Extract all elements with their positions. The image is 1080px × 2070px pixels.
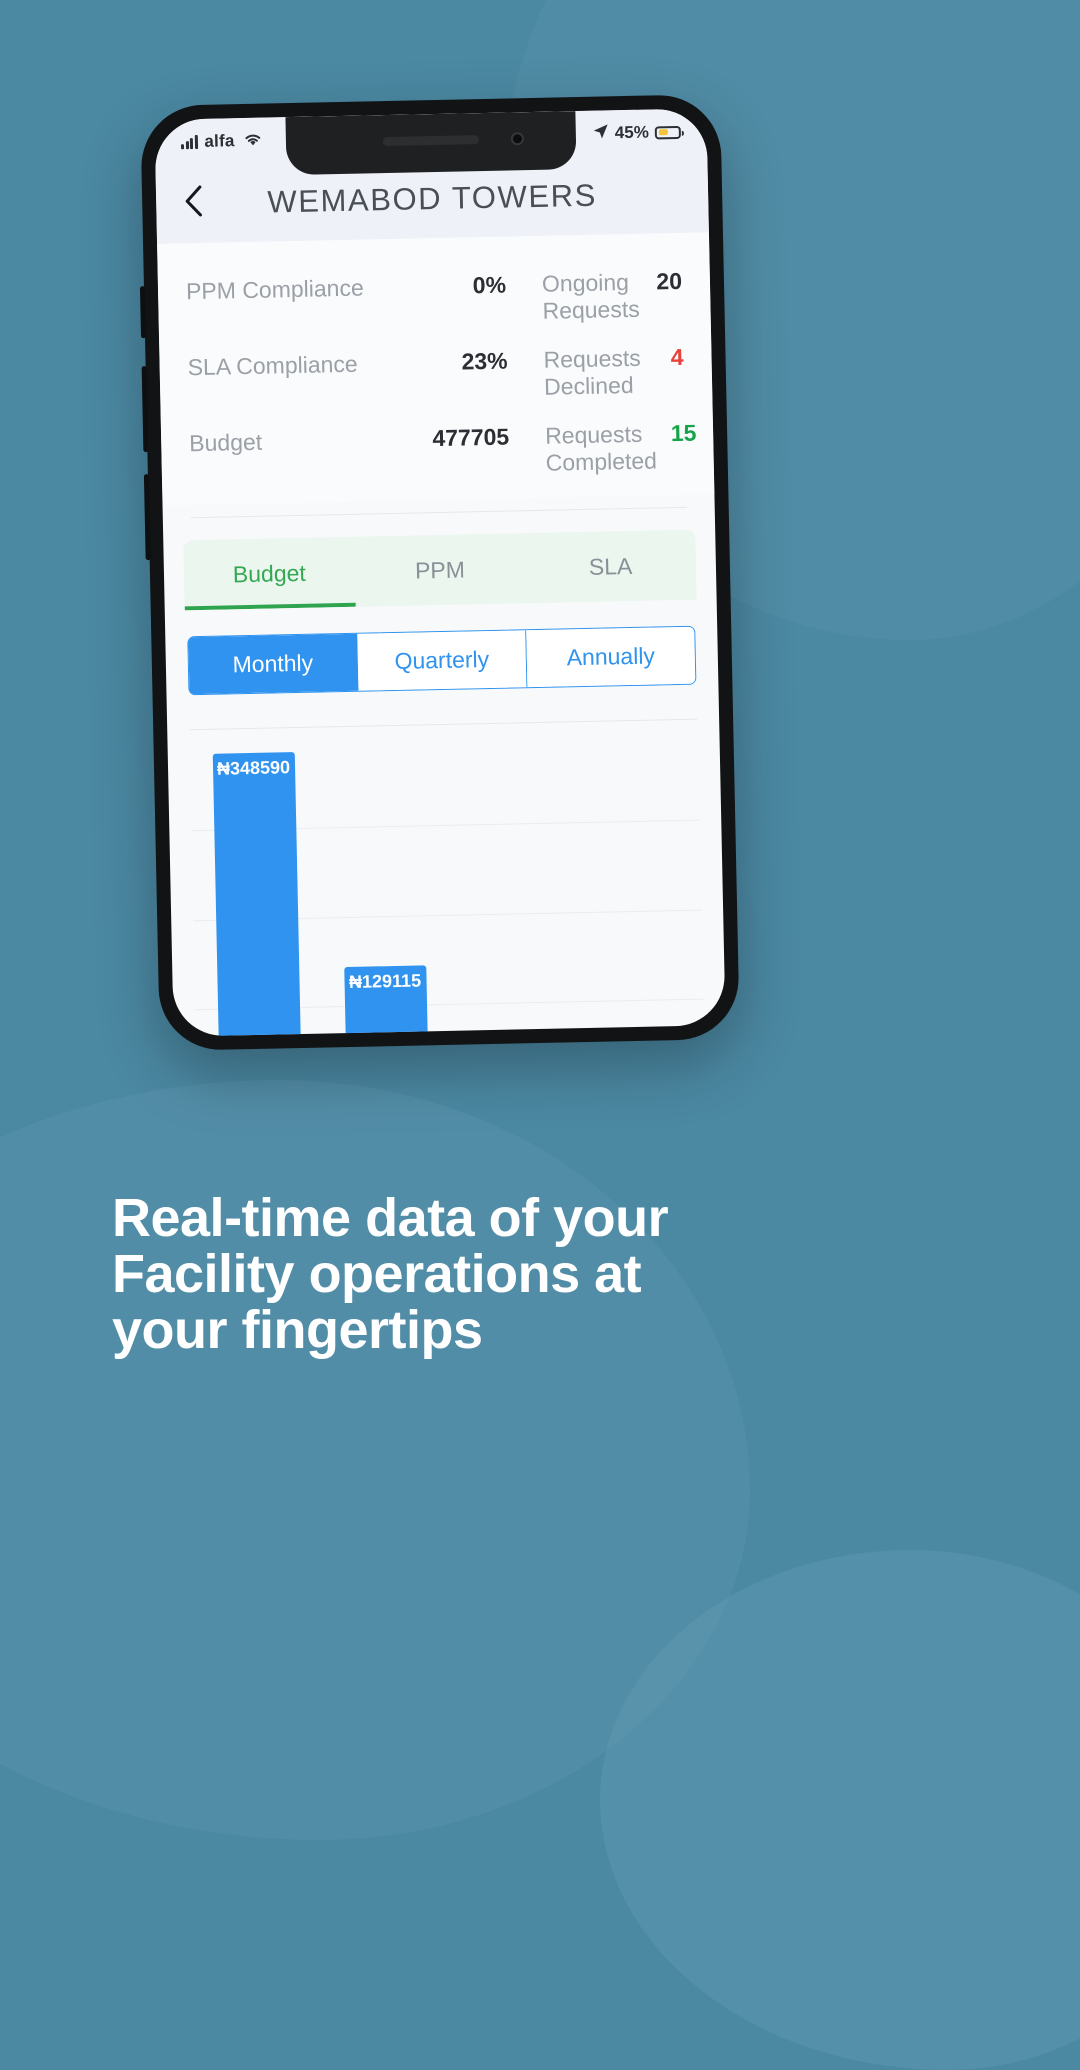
stat-value-sla-compliance: 23% xyxy=(461,347,508,375)
stat-value-ongoing-requests: 20 xyxy=(656,267,683,295)
chart-plot-area: ₦348590 ₦129115 ₦0 ₦0 xyxy=(189,729,705,1037)
battery-percent-label: 45% xyxy=(614,122,650,143)
tagline-line-2: Facility operations at xyxy=(112,1244,642,1305)
battery-icon xyxy=(654,125,681,139)
phone-volume-up-button xyxy=(141,366,149,453)
bar-value-label-june: ₦129115 xyxy=(348,970,422,992)
stat-label-ongoing-requests: Ongoing Requests xyxy=(541,268,640,324)
status-bar-left: alfa xyxy=(180,130,264,153)
period-selector-wrap: Monthly Quarterly Annually xyxy=(165,599,719,696)
stat-value-requests-completed: 15 xyxy=(670,419,697,447)
earpiece-speaker xyxy=(382,135,480,147)
chart-bars: ₦348590 ₦129115 ₦0 ₦0 xyxy=(189,730,704,1037)
phone-screen: alfa 45% WEMABOD TOWERS PPM Compliance 0… xyxy=(154,108,726,1037)
phone-volume-down-button xyxy=(143,474,151,561)
stat-label-budget: Budget xyxy=(188,428,263,457)
segment-annually[interactable]: Annually xyxy=(526,626,696,688)
stat-row: Budget 477705 Requests Completed 15 xyxy=(188,409,697,495)
wifi-icon xyxy=(241,130,263,151)
period-segmented-control: Monthly Quarterly Annually xyxy=(187,625,697,696)
carrier-label: alfa xyxy=(204,131,235,151)
stat-label-requests-completed: Requests Completed xyxy=(544,420,658,476)
tab-sla-label: SLA xyxy=(588,552,633,580)
bar-value-label-may: ₦348590 xyxy=(216,757,291,780)
stat-label-requests-declined: Requests Declined xyxy=(543,344,641,400)
tab-ppm[interactable]: PPM xyxy=(354,533,526,607)
location-arrow-icon xyxy=(593,123,609,143)
stat-value-budget: 477705 xyxy=(432,423,510,452)
tab-ppm-label: PPM xyxy=(414,555,466,584)
marketing-tagline: Real-time data of your Facility operatio… xyxy=(112,1188,792,1361)
bar-slot-may: ₦348590 xyxy=(189,738,323,1037)
stat-value-ppm-compliance: 0% xyxy=(472,271,507,299)
stats-summary: PPM Compliance 0% Ongoing Requests 20 SL… xyxy=(157,232,715,506)
bar-slot-august: ₦0 xyxy=(570,730,704,1037)
bar-june[interactable]: ₦129115 xyxy=(343,965,429,1037)
stats-divider xyxy=(190,506,687,519)
phone-notch xyxy=(285,111,577,176)
back-button[interactable] xyxy=(182,183,223,224)
tagline-line-1: Real-time data of your xyxy=(112,1188,669,1248)
tab-sla[interactable]: SLA xyxy=(525,530,697,604)
page-title: WEMABOD TOWERS xyxy=(267,177,598,220)
segment-monthly[interactable]: Monthly xyxy=(188,633,359,695)
stat-label-ppm-compliance: PPM Compliance xyxy=(185,274,364,305)
stat-label-sla-compliance: SLA Compliance xyxy=(187,350,358,381)
metric-tabs: Budget PPM SLA xyxy=(183,529,697,611)
tab-budget[interactable]: Budget xyxy=(183,537,355,611)
phone-mockup: alfa 45% WEMABOD TOWERS PPM Compliance 0… xyxy=(139,94,740,1051)
stat-row: SLA Compliance 23% Requests Declined 4 xyxy=(187,333,684,419)
budget-bar-chart: ₦348590 ₦129115 ₦0 ₦0 xyxy=(189,718,706,1037)
chevron-left-icon xyxy=(185,185,202,217)
tab-budget-label: Budget xyxy=(232,559,307,587)
front-camera-icon xyxy=(510,132,525,146)
bar-may[interactable]: ₦348590 xyxy=(212,752,302,1037)
signal-bars-icon xyxy=(180,134,198,150)
stat-row: PPM Compliance 0% Ongoing Requests 20 xyxy=(186,257,683,343)
segment-quarterly[interactable]: Quarterly xyxy=(357,630,528,691)
phone-mute-switch xyxy=(139,286,147,339)
bar-slot-july: ₦0 xyxy=(443,732,577,1036)
status-bar-right: 45% xyxy=(593,122,681,144)
bar-slot-june: ₦129115 xyxy=(316,735,450,1037)
tagline-line-3: your fingertips xyxy=(112,1300,483,1361)
stat-value-requests-declined: 4 xyxy=(670,343,684,371)
